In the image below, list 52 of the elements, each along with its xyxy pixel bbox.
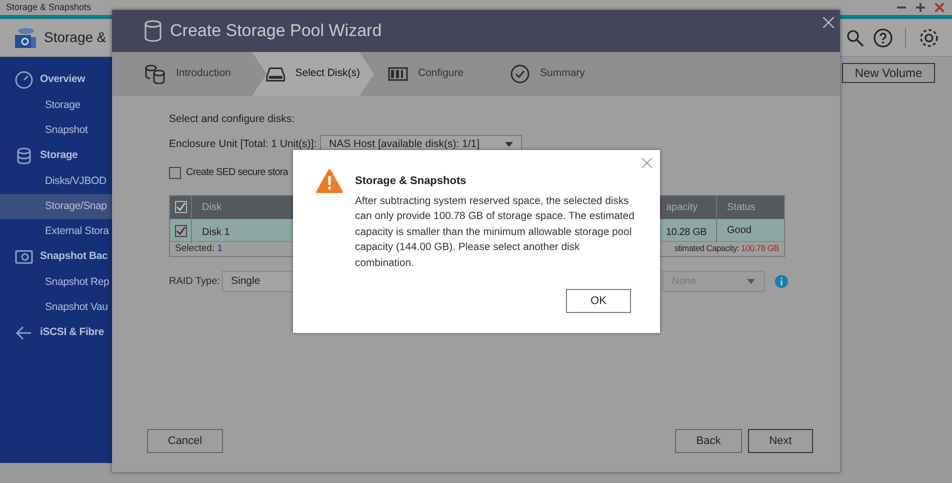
alert-title: Storage & Snapshots: [355, 174, 468, 189]
sidebar-section[interactable]: Overview: [40, 72, 86, 88]
table-cell: 10.28 GB: [666, 226, 707, 238]
checkbox[interactable]: [174, 201, 186, 214]
gauge-icon: [14, 70, 34, 90]
app-title: Storage &: [44, 28, 106, 47]
back-button[interactable]: Back: [675, 429, 742, 453]
next-button[interactable]: Next: [748, 429, 813, 453]
wizard-title: Create Storage Pool Wizard: [170, 20, 382, 42]
wizard-step: Select Disk(s): [252, 52, 374, 96]
ok-button[interactable]: OK: [566, 289, 631, 313]
sidebar-item[interactable]: External Stora: [45, 224, 109, 240]
estimated-capacity: stimated Capacity: 100.78 GB: [674, 242, 779, 256]
close-icon[interactable]: [823, 17, 834, 28]
close-icon[interactable]: [642, 158, 652, 168]
database-icon: [144, 20, 162, 42]
disks-icon: [144, 64, 166, 84]
caret-icon: [505, 142, 513, 148]
new-volume-button[interactable]: New Volume: [842, 63, 935, 83]
checkmark-icon: [510, 64, 530, 84]
caret-icon: [747, 279, 755, 284]
warning-icon: [316, 169, 343, 193]
sidebar-section[interactable]: Snapshot Bac: [40, 249, 108, 265]
alert-message: After subtracting system reserved space, the selected disks can only provide 100.78 GB of storage space. The estimated capacity is smaller than the minimum allowable storage pool capacity (144.00 GB). Please select another disk combination.: [355, 194, 636, 270]
sidebar-section[interactable]: Storage: [40, 148, 78, 164]
sidebar-item[interactable]: Disks/VJBOD: [45, 174, 106, 190]
raid-icon: [388, 67, 408, 81]
cancel-button[interactable]: Cancel: [147, 429, 223, 453]
help-icon[interactable]: [873, 28, 893, 48]
info-icon[interactable]: [775, 275, 788, 288]
sidebar-item[interactable]: Snapshot Rep: [45, 274, 110, 290]
checkbox-label: Create SED secure stora: [186, 166, 288, 180]
table-cell: Disk 1: [202, 226, 230, 238]
sidebar-section[interactable]: iSCSI & Fibre: [40, 325, 104, 341]
selected-count: Selected: 1: [175, 242, 223, 256]
sidebar-item[interactable]: Snapshot: [45, 122, 88, 138]
checkbox[interactable]: [169, 166, 181, 179]
column-header: Status: [727, 200, 756, 215]
enclosure-label: Enclosure Unit [Total: 1 Unit(s)]:: [169, 136, 318, 152]
raid-type-label: RAID Type:: [169, 275, 221, 290]
column-header: Disk: [202, 200, 222, 215]
app-logo-icon: [14, 26, 38, 50]
close-icon[interactable]: [935, 3, 944, 12]
drive-icon: [266, 66, 286, 82]
checkbox[interactable]: [174, 224, 186, 237]
sidebar-item[interactable]: Storage: [45, 98, 80, 114]
column-header: apacity: [666, 200, 698, 215]
sidebar-item[interactable]: Snapshot Vau: [45, 300, 108, 316]
window-title: Storage & Snapshots: [6, 0, 92, 14]
section-heading: Select and configure disks:: [169, 112, 296, 127]
maximize-icon[interactable]: [916, 3, 925, 12]
table-cell-text: Good: [727, 224, 752, 238]
